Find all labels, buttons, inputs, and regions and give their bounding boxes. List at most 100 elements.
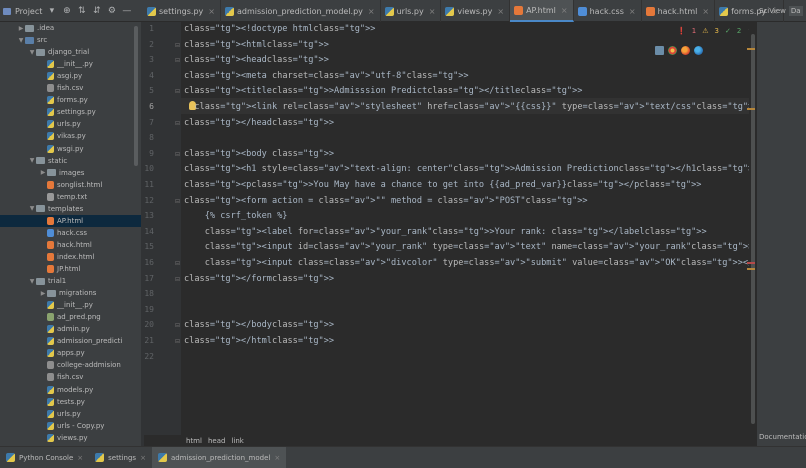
tree-file[interactable]: index.html [0, 251, 141, 263]
fold-icon[interactable]: ⊟ [175, 276, 180, 283]
tree-file[interactable]: asgi.py [0, 70, 141, 82]
code-editor[interactable]: class="tg"><!doctype htmlclass="tg">> cla… [181, 22, 758, 435]
tree-file[interactable]: ad_pred.png [0, 311, 141, 323]
fold-icon[interactable]: ⊟ [175, 322, 180, 329]
error-marker[interactable] [747, 262, 755, 264]
tree-file[interactable]: models.py [0, 384, 141, 396]
expanded-arrow-icon[interactable]: ▼ [17, 37, 25, 44]
fold-icon[interactable]: ⊟ [175, 42, 180, 49]
tab-ap-html[interactable]: AP.html × [510, 0, 574, 22]
tree-file[interactable]: apps.py [0, 347, 141, 359]
tree-file[interactable]: JP.html [0, 263, 141, 275]
tree-file[interactable]: forms.py [0, 94, 141, 106]
code-line[interactable]: class="tg"><titleclass="tg">>Admisssion … [184, 84, 582, 100]
pycharm-preview-icon[interactable] [655, 46, 664, 55]
tree-file[interactable]: AP.html [0, 214, 141, 227]
close-icon[interactable]: × [497, 7, 504, 16]
tree-folder[interactable]: ▶ migrations [0, 287, 141, 299]
warning-marker[interactable] [747, 108, 755, 110]
tree-file[interactable]: songlist.html [0, 179, 141, 191]
expanded-arrow-icon[interactable]: ▼ [28, 205, 36, 212]
firefox-icon[interactable] [681, 46, 690, 55]
minimize-icon[interactable]: — [121, 6, 132, 16]
tree-file[interactable]: fish.csv [0, 371, 141, 383]
tree-file[interactable]: hack.css [0, 227, 141, 239]
tree-file[interactable]: admission_predicti [0, 335, 141, 347]
tree-file[interactable]: urls - Copy.py [0, 420, 141, 432]
code-line[interactable]: class="tg"></bodyclass="tg">> [184, 318, 334, 334]
fold-icon[interactable]: ⊟ [175, 338, 180, 345]
tree-file[interactable]: urls.py [0, 118, 141, 130]
tab-hack-css[interactable]: hack.css × [574, 0, 642, 22]
tree-file[interactable]: college-addmision [0, 359, 141, 371]
breadcrumb-item[interactable]: link [231, 437, 243, 445]
code-line[interactable]: class="tg"></headclass="tg">> [184, 116, 334, 132]
tab-admission-prediction-model-py[interactable]: admission_prediction_model.py × [221, 0, 381, 22]
gear-icon[interactable]: ⚙ [106, 6, 117, 16]
code-line[interactable]: class="tg"><input id=class="av">"your_ra… [184, 240, 754, 256]
tree-folder[interactable]: ▶ .idea [0, 22, 141, 34]
code-line[interactable]: class="tg"><input class=class="av">"divc… [184, 256, 754, 272]
fold-icon[interactable]: ⊟ [175, 57, 180, 64]
tree-folder[interactable]: ▼ static [0, 155, 141, 167]
tree-file[interactable]: urls.py [0, 408, 141, 420]
tree-file[interactable]: tests.py [0, 396, 141, 408]
code-line[interactable]: class="tg"><htmlclass="tg">> [184, 38, 329, 54]
code-line[interactable]: class="tg"></htmlclass="tg">> [184, 334, 334, 350]
tree-file[interactable]: admin.py [0, 323, 141, 335]
expand-all-icon[interactable]: ⇅ [76, 6, 87, 16]
code-line[interactable]: class="tg"><!doctype htmlclass="tg">> [184, 22, 375, 38]
tab-views-py[interactable]: views.py × [441, 0, 511, 22]
edge-icon[interactable] [694, 46, 703, 55]
warning-marker[interactable] [747, 268, 755, 270]
expanded-arrow-icon[interactable]: ▼ [28, 49, 36, 56]
close-icon[interactable]: × [274, 454, 280, 462]
code-line[interactable]: class="tg"><headclass="tg">> [184, 53, 329, 69]
tree-file[interactable]: fish.csv [0, 82, 141, 94]
close-icon[interactable]: × [140, 454, 146, 462]
tree-folder[interactable]: ▼ templates [0, 203, 141, 215]
chrome-icon[interactable] [668, 46, 677, 55]
code-line[interactable]: class="tg"><form action = class="av">"" … [184, 194, 588, 210]
warning-marker[interactable] [747, 48, 755, 50]
tab-settings-py[interactable]: settings.py × [143, 0, 221, 22]
bottom-tab[interactable]: Python Console × [0, 447, 89, 468]
collapse-all-icon[interactable]: ⇵ [91, 6, 102, 16]
editor-scrollbar-thumb[interactable] [751, 34, 755, 424]
fold-icon[interactable]: ⊟ [175, 151, 180, 158]
tab-urls-py[interactable]: urls.py × [381, 0, 442, 22]
tree-file[interactable]: settings.py [0, 106, 141, 118]
collapsed-arrow-icon[interactable]: ▶ [17, 25, 25, 32]
fold-icon[interactable]: ⊟ [175, 260, 180, 267]
bottom-tab[interactable]: admission_prediction_model × [151, 446, 287, 468]
fold-icon[interactable]: ⊟ [175, 88, 180, 95]
fold-icon[interactable]: ⊟ [175, 198, 180, 205]
code-line[interactable]: class="tg"></formclass="tg">> [184, 272, 334, 288]
breadcrumb-item[interactable]: html [186, 437, 202, 445]
database-tab[interactable]: Da [788, 6, 803, 16]
tree-file[interactable]: wsgi.py [0, 143, 141, 155]
close-icon[interactable]: × [629, 7, 636, 16]
close-icon[interactable]: × [77, 454, 83, 462]
tree-folder[interactable]: ▶ images [0, 167, 141, 179]
expanded-arrow-icon[interactable]: ▼ [28, 278, 36, 285]
chevron-down-icon[interactable]: ▾ [46, 6, 57, 16]
code-line[interactable]: class="tg"><link rel=class="av">"stylesh… [184, 100, 758, 116]
close-icon[interactable]: × [429, 7, 436, 16]
close-icon[interactable]: × [208, 7, 215, 16]
tab-hack-html[interactable]: hack.html × [642, 0, 716, 22]
code-line[interactable]: class="tg"><label for=class="av">"your_r… [184, 225, 707, 241]
project-view-label[interactable]: Project [15, 7, 42, 16]
code-line[interactable]: {% csrf_token %} [184, 209, 288, 225]
tree-file[interactable]: hack.html [0, 239, 141, 251]
tree-file[interactable]: vikas.py [0, 130, 141, 142]
tree-folder[interactable]: ▼ trial1 [0, 275, 141, 287]
code-line[interactable]: class="tg"><pclass="tg">>You May have a … [184, 178, 701, 194]
code-line[interactable]: class="tg"><body class="tg">> [184, 147, 334, 163]
tree-file[interactable]: views.py [0, 432, 141, 444]
close-icon[interactable]: × [561, 6, 568, 15]
close-icon[interactable]: × [702, 7, 709, 16]
close-icon[interactable]: × [368, 7, 375, 16]
tree-file[interactable]: temp.txt [0, 191, 141, 203]
documentation-tab[interactable]: Documentation [759, 433, 806, 441]
